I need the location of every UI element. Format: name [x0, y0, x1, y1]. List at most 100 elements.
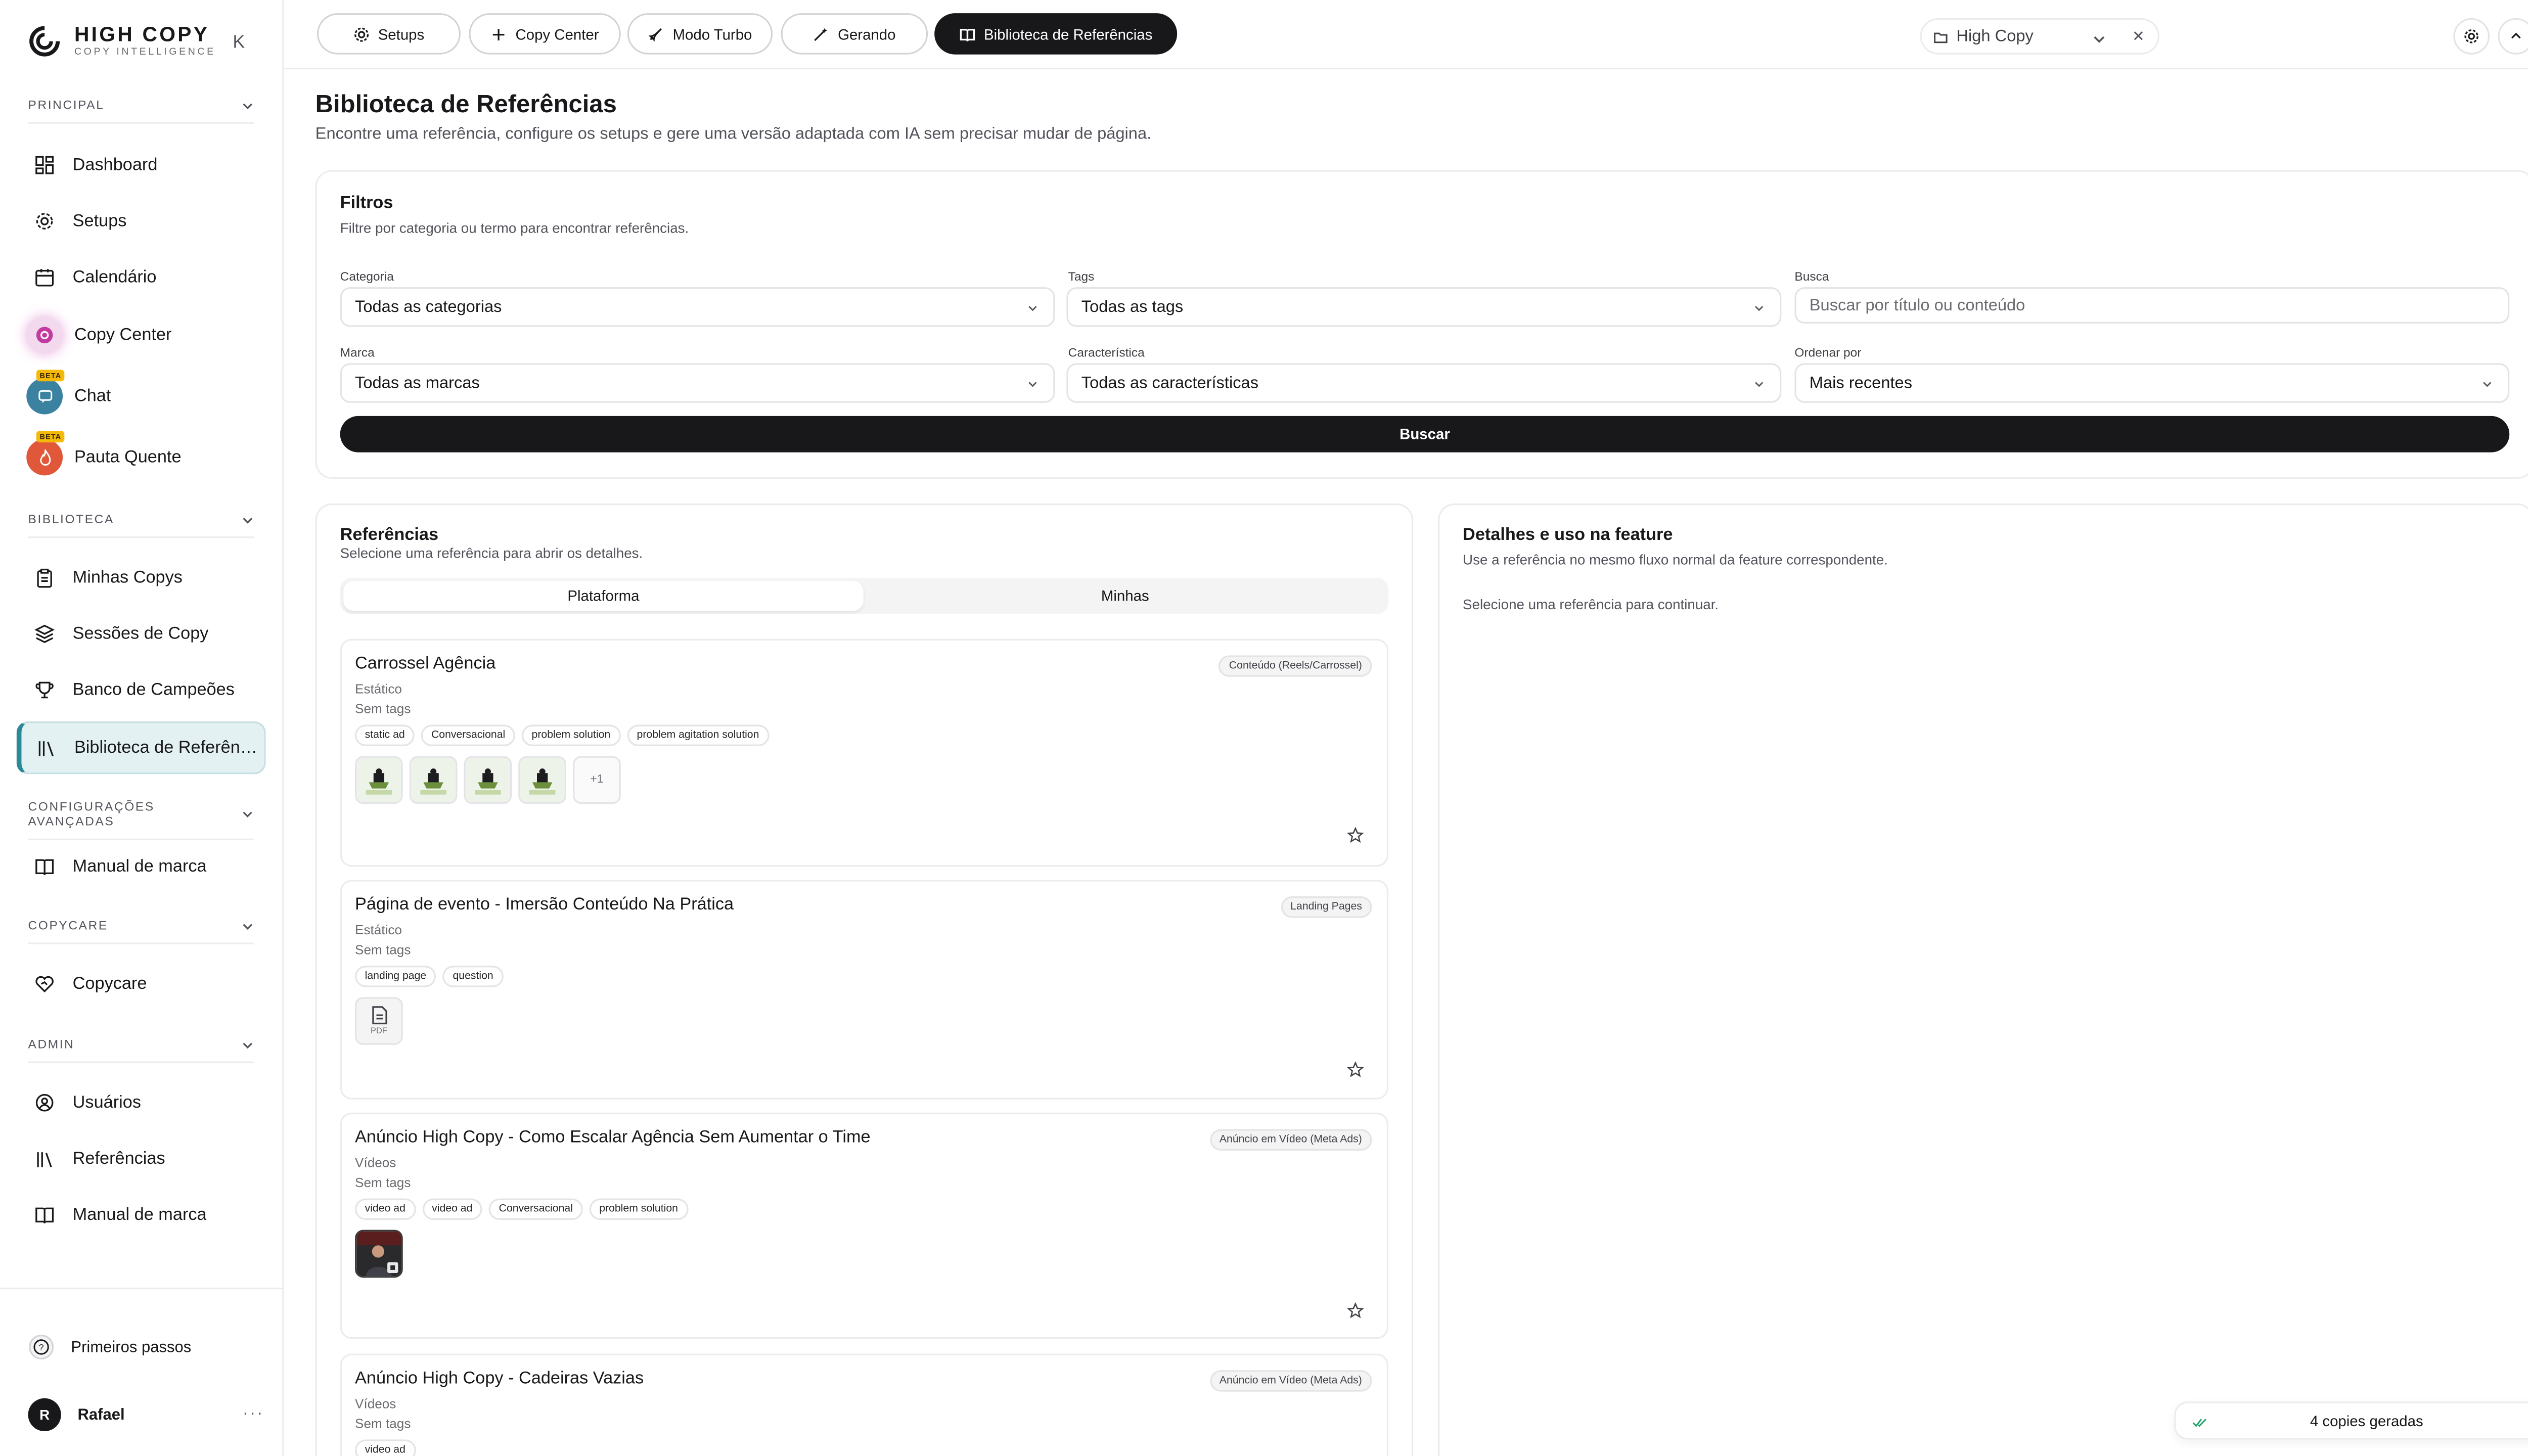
sidebar-item-manual-marca[interactable]: Manual de marca	[17, 842, 266, 891]
reference-card[interactable]: Anúncio High Copy - Cadeiras Vazias Anún…	[340, 1353, 1389, 1456]
sidebar-item-label: Manual de marca	[72, 1205, 207, 1225]
sidebar-item-calendario[interactable]: Calendário	[17, 253, 266, 302]
segment-minhas[interactable]: Minhas	[865, 581, 1385, 611]
generation-status-toast[interactable]: 4 copies geradas	[2174, 1401, 2528, 1440]
video-thumbnail[interactable]	[355, 1230, 403, 1278]
chevron-up-icon	[2511, 32, 2521, 39]
sidebar-item-pauta-quente[interactable]: BETA Pauta Quente	[17, 431, 266, 482]
pdf-thumbnail[interactable]: PDF	[355, 997, 403, 1045]
tab-label: Gerando	[838, 25, 896, 42]
carousel-thumbnail[interactable]	[518, 756, 566, 804]
library-icon	[38, 741, 54, 757]
sidebar-item-referencias[interactable]: Referências	[17, 1134, 266, 1184]
section-label: ADMIN	[28, 1036, 75, 1052]
ordenar-select[interactable]: Mais recentes	[1794, 363, 2510, 403]
chip-list: landing page question	[355, 966, 504, 987]
svg-text:?: ?	[39, 1342, 44, 1352]
clear-brand-icon[interactable]: ✕	[2132, 28, 2145, 47]
categoria-select[interactable]: Todas as categorias	[340, 287, 1055, 327]
sidebar-item-chat[interactable]: BETA Chat	[17, 370, 266, 421]
sidebar-item-label: Copy Center	[74, 325, 172, 345]
reference-card[interactable]: Carrossel Agência Conteúdo (Reels/Carros…	[340, 639, 1389, 867]
book-open-icon	[35, 1207, 54, 1223]
sidebar-item-biblioteca-referencias[interactable]: Biblioteca de Referências	[16, 721, 266, 775]
book-open-icon	[35, 859, 54, 875]
brand-subtitle: COPY INTELLIGENCE	[74, 48, 216, 58]
section-admin[interactable]: ADMIN	[28, 1037, 254, 1063]
reference-title: Carrossel Agência	[355, 654, 496, 674]
more-thumbnails[interactable]: +1	[573, 756, 621, 804]
primeiros-passos-link[interactable]: ? Primeiros passos	[28, 1334, 191, 1360]
buscar-button[interactable]: Buscar	[340, 416, 2510, 452]
sidebar-item-manual-marca-admin[interactable]: Manual de marca	[17, 1190, 266, 1240]
flame-icon: BETA	[26, 431, 65, 476]
chip-list: video ad	[355, 1439, 416, 1456]
section-label: COPYCARE	[28, 918, 108, 933]
reference-type: Estático	[355, 923, 402, 938]
tab-copy-center[interactable]: Copy Center	[469, 13, 621, 55]
section-biblioteca[interactable]: BIBLIOTECA	[28, 512, 254, 538]
calendar-icon	[35, 269, 54, 287]
page-subtitle: Encontre uma referência, configure os se…	[315, 125, 1152, 144]
chip-list: video ad video ad Conversacional problem…	[355, 1198, 688, 1220]
section-configuracoes[interactable]: CONFIGURAÇÕES AVANÇADAS	[28, 799, 254, 841]
reference-card[interactable]: Anúncio High Copy - Como Escalar Agência…	[340, 1112, 1389, 1339]
reference-tags-text: Sem tags	[355, 942, 411, 958]
carousel-thumbnail[interactable]	[464, 756, 512, 804]
sidebar-item-minhas-copys[interactable]: Minhas Copys	[17, 553, 266, 603]
reference-tags-text: Sem tags	[355, 1175, 411, 1191]
sidebar-item-sessoes[interactable]: Sessões de Copy	[17, 609, 266, 659]
carousel-thumbnail[interactable]	[355, 756, 403, 804]
book-open-icon	[960, 28, 975, 41]
sidebar-item-dashboard[interactable]: Dashboard	[17, 141, 266, 190]
tags-select[interactable]: Todas as tags	[1066, 287, 1782, 327]
more-options-icon[interactable]: ···	[243, 1405, 264, 1423]
help-circle-icon: ?	[29, 1334, 54, 1359]
tab-gerando[interactable]: Gerando	[781, 13, 928, 55]
section-copycare[interactable]: COPYCARE	[28, 918, 254, 944]
sidebar-item-copy-center[interactable]: Copy Center	[17, 310, 266, 360]
library-icon	[37, 1152, 52, 1168]
ordenar-label: Ordenar por	[1794, 345, 1862, 360]
chip: landing page	[355, 966, 436, 987]
logo[interactable]: HIGH COPY COPY INTELLIGENCE	[28, 23, 216, 60]
tab-setups[interactable]: Setups	[317, 13, 461, 55]
marca-label: Marca	[340, 345, 375, 360]
sidebar-item-banco-campeoes[interactable]: Banco de Campeões	[17, 665, 266, 715]
section-principal[interactable]: PRINCIPAL	[28, 98, 254, 124]
caracteristica-select[interactable]: Todas as características	[1066, 363, 1782, 403]
referencias-subtitle: Selecione uma referência para abrir os d…	[340, 544, 643, 562]
sidebar-item-setups[interactable]: Setups	[17, 197, 266, 246]
reference-card[interactable]: Página de evento - Imersão Conteúdo Na P…	[340, 880, 1389, 1100]
user-gear-icon	[35, 1094, 54, 1112]
user-name: Rafael	[77, 1405, 125, 1424]
dashboard-icon	[35, 156, 54, 174]
sidebar-item-usuarios[interactable]: Usuários	[17, 1078, 266, 1127]
tab-biblioteca-referencias[interactable]: Biblioteca de Referências	[934, 13, 1178, 55]
marca-select[interactable]: Todas as marcas	[340, 363, 1055, 403]
collapse-sidebar-icon[interactable]: K	[233, 33, 245, 53]
chip: problem agitation solution	[626, 724, 770, 746]
categoria-label: Categoria	[340, 269, 394, 284]
star-icon[interactable]	[1347, 1061, 1364, 1078]
chevron-down-icon	[2483, 382, 2492, 387]
star-icon[interactable]	[1347, 1302, 1364, 1319]
chevron-down-icon	[1028, 382, 1037, 387]
carousel-thumbnail[interactable]	[409, 756, 458, 804]
brand-select[interactable]: High Copy ✕	[1920, 18, 2160, 55]
segment-plataforma[interactable]: Plataforma	[343, 581, 864, 611]
star-icon[interactable]	[1347, 827, 1364, 844]
user-menu[interactable]: R Rafael	[28, 1398, 125, 1432]
tab-label: Copy Center	[515, 25, 599, 42]
search-input[interactable]: Buscar por título ou conteúdo	[1794, 287, 2510, 324]
referencias-title: Referências	[340, 525, 439, 545]
clipboard-icon	[37, 568, 52, 588]
category-badge: Landing Pages	[1280, 896, 1372, 918]
chevron-down-icon	[1028, 306, 1037, 311]
sidebar-item-copycare[interactable]: Copycare	[17, 959, 266, 1009]
reference-type: Vídeos	[355, 1396, 396, 1412]
ordenar-value: Mais recentes	[1809, 374, 1913, 392]
logo-icon	[29, 26, 60, 57]
tab-modo-turbo[interactable]: Modo Turbo	[627, 13, 773, 55]
settings-button[interactable]	[2453, 18, 2490, 55]
